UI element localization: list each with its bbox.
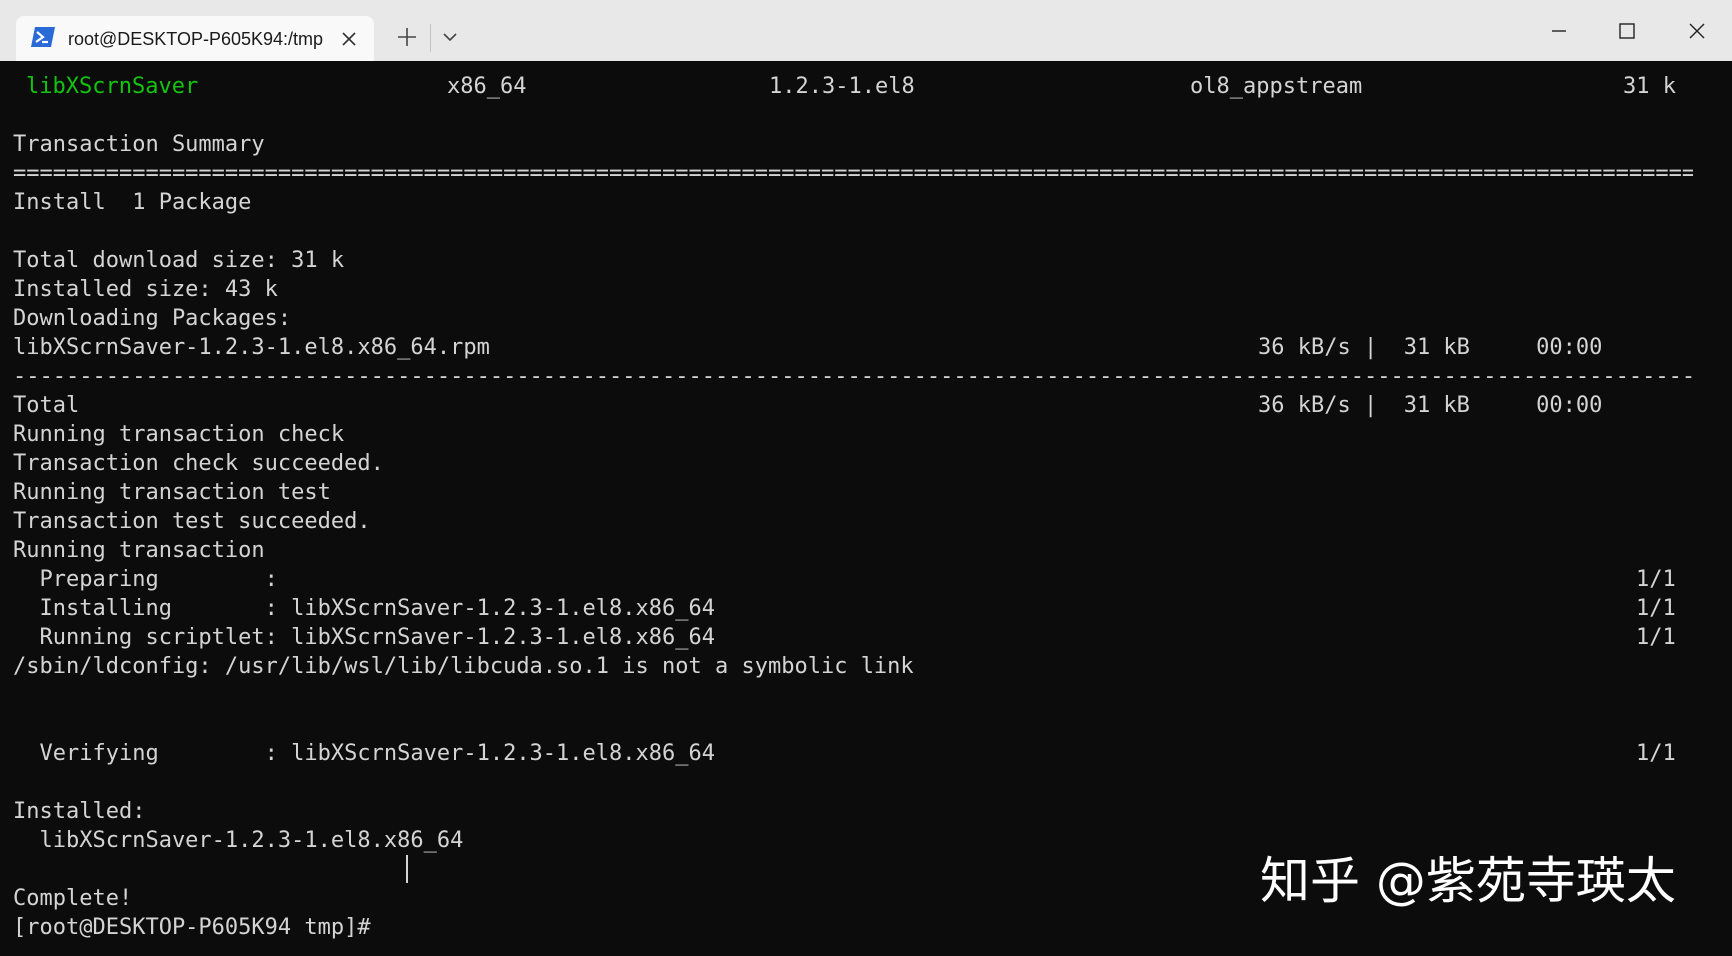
step-count: 1/1 (1636, 567, 1676, 592)
terminal-window: root@DESKTOP-P605K94:/tmp libXScrnSaver … (0, 0, 1732, 956)
text-cursor (406, 855, 408, 883)
verifying-count: 1/1 (1636, 741, 1676, 766)
watermark: 知乎 @紫苑寺瑛太 (1260, 852, 1676, 910)
step-row: Preparing : 1/1 (13, 565, 1713, 594)
package-size: 31 k (1623, 74, 1676, 99)
verifying-text: Verifying : libXScrnSaver-1.2.3-1.el8.x8… (13, 741, 715, 766)
close-icon[interactable] (1662, 0, 1732, 61)
download-filename: libXScrnSaver-1.2.3-1.el8.x86_64.rpm (13, 335, 490, 360)
separator-equals: ========================================… (13, 161, 1693, 186)
tab-terminal[interactable]: root@DESKTOP-P605K94:/tmp (16, 16, 374, 61)
test-succeeded: Transaction test succeeded. (13, 509, 371, 534)
install-line: Install 1 Package (13, 190, 252, 215)
tab-title: root@DESKTOP-P605K94:/tmp (68, 29, 324, 49)
new-tab-plus-icon[interactable] (390, 22, 424, 52)
installed-heading: Installed: (13, 799, 146, 824)
installed-size: Installed size: 43 k (13, 277, 278, 302)
running-test: Running transaction test (13, 480, 331, 505)
package-row: libXScrnSaver x86_64 1.2.3-1.el8 ol8_app… (13, 72, 1713, 101)
shell-prompt: [root@DESKTOP-P605K94 tmp]# (13, 915, 384, 940)
total-row: Total 36 kB/s | 31 kB 00:00 (13, 391, 1713, 420)
package-version: 1.2.3-1.el8 (769, 74, 915, 99)
downloading-heading: Downloading Packages: (13, 306, 292, 331)
tab-divider (430, 24, 431, 52)
package-name: libXScrnSaver (26, 74, 199, 99)
check-succeeded: Transaction check succeeded. (13, 451, 384, 476)
step-text: Running scriptlet: libXScrnSaver-1.2.3-1… (13, 625, 715, 650)
package-repo: ol8_appstream (1190, 74, 1363, 99)
minimize-icon[interactable] (1524, 0, 1594, 61)
step-text: Installing : libXScrnSaver-1.2.3-1.el8.x… (13, 596, 715, 621)
step-count: 1/1 (1636, 596, 1676, 621)
installed-package: libXScrnSaver-1.2.3-1.el8.x86_64 (13, 828, 464, 853)
transaction-summary-heading: Transaction Summary (13, 132, 265, 157)
total-stats: 36 kB/s | 31 kB 00:00 (1258, 393, 1603, 418)
package-arch: x86_64 (447, 74, 527, 99)
chevron-down-icon[interactable] (436, 22, 464, 52)
separator-dashes: ----------------------------------------… (13, 364, 1693, 389)
step-count: 1/1 (1636, 625, 1676, 650)
verifying-row: Verifying : libXScrnSaver-1.2.3-1.el8.x8… (13, 739, 1713, 768)
ldconfig-warning: /sbin/ldconfig: /usr/lib/wsl/lib/libcuda… (13, 654, 914, 679)
tab-close-icon[interactable] (336, 26, 362, 52)
total-download-size: Total download size: 31 k (13, 248, 345, 273)
total-label: Total (13, 393, 80, 418)
maximize-icon[interactable] (1592, 0, 1662, 61)
title-bar: root@DESKTOP-P605K94:/tmp (0, 0, 1732, 61)
powershell-icon (30, 26, 56, 48)
step-row: Installing : libXScrnSaver-1.2.3-1.el8.x… (13, 594, 1713, 623)
download-row: libXScrnSaver-1.2.3-1.el8.x86_64.rpm 36 … (13, 333, 1713, 362)
terminal-output[interactable]: libXScrnSaver x86_64 1.2.3-1.el8 ol8_app… (0, 61, 1732, 956)
step-row: Running scriptlet: libXScrnSaver-1.2.3-1… (13, 623, 1713, 652)
running-check: Running transaction check (13, 422, 345, 447)
step-text: Preparing : (13, 567, 278, 592)
complete-message: Complete! (13, 886, 133, 911)
download-stats: 36 kB/s | 31 kB 00:00 (1258, 335, 1603, 360)
running-transaction: Running transaction (13, 538, 265, 563)
